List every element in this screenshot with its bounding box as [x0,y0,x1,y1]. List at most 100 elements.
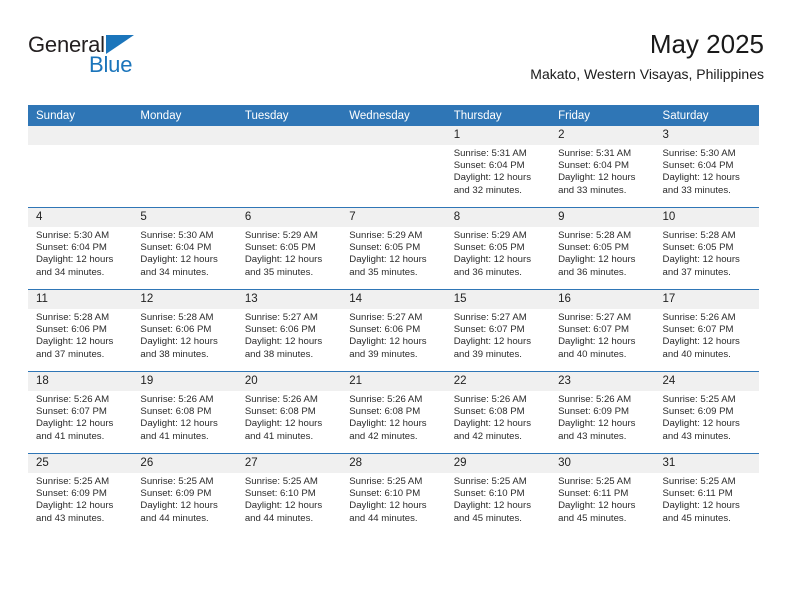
calendar-day-cell[interactable]: 22 Sunrise: 5:26 AM Sunset: 6:08 PM Dayli… [445,371,551,454]
day-number: 6 [236,208,342,227]
calendar-day-cell[interactable]: 2 Sunrise: 5:31 AM Sunset: 6:04 PM Daylig… [550,126,655,208]
day-number: 21 [341,372,446,391]
calendar-day-cell[interactable]: 4 Sunrise: 5:30 AM Sunset: 6:04 PM Daylig… [28,207,133,290]
day-sun-info: Sunrise: 5:25 AM Sunset: 6:09 PM Dayligh… [36,476,114,524]
calendar-week-row: 18 Sunrise: 5:26 AM Sunset: 6:07 PM Dayli… [28,371,759,454]
day-sun-info: Sunrise: 5:25 AM Sunset: 6:10 PM Dayligh… [349,476,427,524]
day-sun-info [132,145,236,148]
day-number: 18 [28,372,133,391]
day-number: 13 [236,290,342,309]
day-sun-info: Sunrise: 5:28 AM Sunset: 6:05 PM Dayligh… [662,230,740,278]
day-number: 31 [654,454,759,473]
calendar-day-cell[interactable]: 29 Sunrise: 5:25 AM Sunset: 6:10 PM Dayli… [445,453,551,535]
day-sun-info: Sunrise: 5:27 AM Sunset: 6:07 PM Dayligh… [453,312,532,360]
calendar-day-cell[interactable]: 10 Sunrise: 5:28 AM Sunset: 6:05 PM Dayli… [654,207,759,290]
day-sun-info: Sunrise: 5:25 AM Sunset: 6:11 PM Dayligh… [558,476,636,524]
day-number: 28 [341,454,446,473]
calendar-day-cell[interactable]: 26 Sunrise: 5:25 AM Sunset: 6:09 PM Dayli… [132,453,237,535]
day-sun-info: Sunrise: 5:27 AM Sunset: 6:07 PM Dayligh… [558,312,636,360]
calendar-week-row: 1 Sunrise: 5:31 AM Sunset: 6:04 PM Daylig… [28,126,759,208]
page-subtitle: Makato, Western Visayas, Philippines [530,66,764,82]
day-number: 4 [28,208,133,227]
calendar-day-cell[interactable]: 14 Sunrise: 5:27 AM Sunset: 6:06 PM Dayli… [341,289,446,372]
calendar-day-cell[interactable]: 16 Sunrise: 5:27 AM Sunset: 6:07 PM Dayli… [550,289,655,372]
calendar-day-cell[interactable]: 27 Sunrise: 5:25 AM Sunset: 6:10 PM Dayli… [236,453,342,535]
day-sun-info [28,145,132,148]
day-number: 2 [550,126,655,145]
weekday-header-saturday: Saturday [654,105,759,126]
day-number: 23 [550,372,655,391]
calendar-day-cell[interactable]: 23 Sunrise: 5:26 AM Sunset: 6:09 PM Dayli… [550,371,655,454]
day-sun-info: Sunrise: 5:26 AM Sunset: 6:07 PM Dayligh… [36,394,114,442]
day-sun-info: Sunrise: 5:30 AM Sunset: 6:04 PM Dayligh… [662,148,740,196]
day-sun-info: Sunrise: 5:29 AM Sunset: 6:05 PM Dayligh… [453,230,532,278]
calendar-day-cell[interactable]: 15 Sunrise: 5:27 AM Sunset: 6:07 PM Dayli… [445,289,551,372]
day-sun-info: Sunrise: 5:26 AM Sunset: 6:08 PM Dayligh… [453,394,532,442]
day-sun-info: Sunrise: 5:25 AM Sunset: 6:09 PM Dayligh… [140,476,218,524]
day-sun-info: Sunrise: 5:26 AM Sunset: 6:08 PM Dayligh… [140,394,218,442]
calendar-day-cell-empty [28,126,133,208]
day-sun-info: Sunrise: 5:28 AM Sunset: 6:06 PM Dayligh… [140,312,218,360]
calendar-week-row: 4 Sunrise: 5:30 AM Sunset: 6:04 PM Daylig… [28,207,759,290]
calendar-week-row: 11 Sunrise: 5:28 AM Sunset: 6:06 PM Dayli… [28,289,759,372]
day-number: 24 [654,372,759,391]
day-sun-info: Sunrise: 5:31 AM Sunset: 6:04 PM Dayligh… [558,148,636,196]
day-number [341,126,446,145]
day-sun-info: Sunrise: 5:25 AM Sunset: 6:11 PM Dayligh… [662,476,740,524]
calendar-day-cell[interactable]: 18 Sunrise: 5:26 AM Sunset: 6:07 PM Dayli… [28,371,133,454]
calendar-day-cell[interactable]: 19 Sunrise: 5:26 AM Sunset: 6:08 PM Dayli… [132,371,237,454]
calendar-day-cell[interactable]: 5 Sunrise: 5:30 AM Sunset: 6:04 PM Daylig… [132,207,237,290]
calendar-day-cell[interactable]: 28 Sunrise: 5:25 AM Sunset: 6:10 PM Dayli… [341,453,446,535]
calendar-day-cell[interactable]: 1 Sunrise: 5:31 AM Sunset: 6:04 PM Daylig… [445,126,551,208]
day-number: 30 [550,454,655,473]
calendar-day-cell-empty [132,126,237,208]
day-number: 29 [445,454,551,473]
day-number: 26 [132,454,237,473]
calendar-day-cell[interactable]: 8 Sunrise: 5:29 AM Sunset: 6:05 PM Daylig… [445,207,551,290]
calendar-day-cell[interactable]: 17 Sunrise: 5:26 AM Sunset: 6:07 PM Dayli… [654,289,759,372]
calendar-table: Sunday Monday Tuesday Wednesday Thursday… [28,105,759,535]
day-number: 17 [654,290,759,309]
day-sun-info: Sunrise: 5:27 AM Sunset: 6:06 PM Dayligh… [244,312,323,360]
day-number [28,126,133,145]
day-number: 14 [341,290,446,309]
calendar-day-cell[interactable]: 21 Sunrise: 5:26 AM Sunset: 6:08 PM Dayli… [341,371,446,454]
day-number: 3 [654,126,759,145]
calendar-day-cell[interactable]: 20 Sunrise: 5:26 AM Sunset: 6:08 PM Dayli… [236,371,342,454]
general-blue-logo[interactable]: General Blue [28,34,158,82]
calendar-day-cell[interactable]: 31 Sunrise: 5:25 AM Sunset: 6:11 PM Dayli… [654,453,759,535]
day-number [236,126,342,145]
day-number: 16 [550,290,655,309]
weekday-header-monday: Monday [132,105,237,126]
day-number: 8 [445,208,551,227]
calendar-week-row: 25 Sunrise: 5:25 AM Sunset: 6:09 PM Dayli… [28,453,759,535]
page-title: May 2025 [649,29,764,59]
day-sun-info: Sunrise: 5:28 AM Sunset: 6:05 PM Dayligh… [558,230,636,278]
logo-text-blue: Blue [89,52,133,77]
day-sun-info: Sunrise: 5:30 AM Sunset: 6:04 PM Dayligh… [36,230,114,278]
calendar-day-cell[interactable]: 6 Sunrise: 5:29 AM Sunset: 6:05 PM Daylig… [236,207,342,290]
day-number: 19 [132,372,237,391]
day-sun-info: Sunrise: 5:25 AM Sunset: 6:09 PM Dayligh… [662,394,740,442]
day-number: 15 [445,290,551,309]
calendar-day-cell[interactable]: 3 Sunrise: 5:30 AM Sunset: 6:04 PM Daylig… [654,126,759,208]
day-sun-info: Sunrise: 5:26 AM Sunset: 6:08 PM Dayligh… [349,394,427,442]
calendar-day-cell[interactable]: 7 Sunrise: 5:29 AM Sunset: 6:05 PM Daylig… [341,207,446,290]
day-number [132,126,237,145]
day-sun-info: Sunrise: 5:27 AM Sunset: 6:06 PM Dayligh… [349,312,427,360]
day-number: 25 [28,454,133,473]
calendar-day-cell[interactable]: 25 Sunrise: 5:25 AM Sunset: 6:09 PM Dayli… [28,453,133,535]
calendar-day-cell[interactable]: 24 Sunrise: 5:25 AM Sunset: 6:09 PM Dayli… [654,371,759,454]
calendar-day-cell[interactable]: 9 Sunrise: 5:28 AM Sunset: 6:05 PM Daylig… [550,207,655,290]
page-header: General Blue May 2025 Makato, Western Vi… [28,28,764,98]
day-sun-info: Sunrise: 5:31 AM Sunset: 6:04 PM Dayligh… [453,148,532,196]
calendar-day-cell[interactable]: 30 Sunrise: 5:25 AM Sunset: 6:11 PM Dayli… [550,453,655,535]
calendar-day-cell[interactable]: 13 Sunrise: 5:27 AM Sunset: 6:06 PM Dayli… [236,289,342,372]
calendar-day-cell[interactable]: 12 Sunrise: 5:28 AM Sunset: 6:06 PM Dayli… [132,289,237,372]
day-sun-info: Sunrise: 5:28 AM Sunset: 6:06 PM Dayligh… [36,312,114,360]
day-number: 5 [132,208,237,227]
day-sun-info: Sunrise: 5:26 AM Sunset: 6:09 PM Dayligh… [558,394,636,442]
day-number: 20 [236,372,342,391]
calendar-body: 1 Sunrise: 5:31 AM Sunset: 6:04 PM Daylig… [28,126,759,535]
calendar-day-cell[interactable]: 11 Sunrise: 5:28 AM Sunset: 6:06 PM Dayli… [28,289,133,372]
